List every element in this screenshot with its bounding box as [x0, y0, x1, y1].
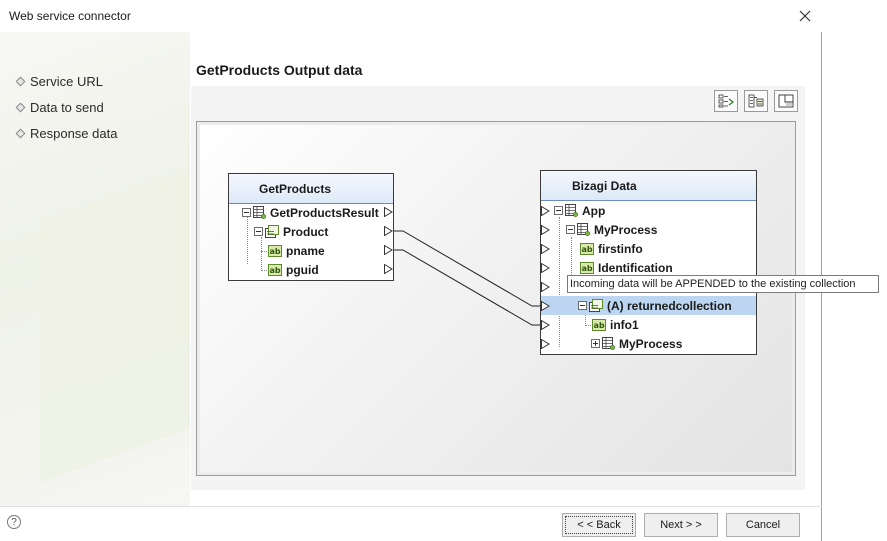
target-row-myprocess[interactable]: MyProcess: [566, 220, 657, 239]
step-bullet-icon: [15, 76, 26, 87]
svg-text:ab: ab: [269, 247, 280, 256]
auto-map-button[interactable]: [714, 90, 738, 112]
text-attribute-icon: ab: [268, 263, 282, 276]
target-row-myprocess-nested[interactable]: MyProcess: [591, 334, 682, 353]
output-port-icon[interactable]: [384, 264, 393, 274]
svg-text:ab: ab: [581, 245, 592, 254]
input-port-icon[interactable]: [541, 320, 550, 330]
target-row-label: (A) returnedcollection: [607, 298, 732, 313]
append-mode-tooltip: Incoming data will be APPENDED to the ex…: [567, 275, 879, 293]
target-row-info1[interactable]: ab info1: [592, 315, 639, 334]
nav-step-response-data[interactable]: Response data: [15, 126, 118, 141]
source-row-label: pguid: [286, 262, 319, 277]
tree-connector: [585, 325, 591, 326]
target-row-app[interactable]: App: [554, 201, 605, 220]
auto-map-icon: [718, 94, 734, 108]
footer-divider: [0, 506, 822, 507]
table-icon: [602, 337, 615, 350]
text-attribute-icon: ab: [592, 318, 606, 331]
tree-connector: [261, 237, 262, 271]
close-button[interactable]: [794, 6, 816, 26]
collapse-icon[interactable]: [566, 225, 575, 234]
target-row-label: info1: [610, 317, 639, 332]
svg-text:ab: ab: [581, 264, 592, 273]
show-mapped-icon: [748, 94, 764, 108]
target-row-label: MyProcess: [619, 336, 683, 351]
decorative-background: [40, 161, 190, 483]
nav-step-service-url[interactable]: Service URL: [15, 74, 103, 89]
svg-text:ab: ab: [593, 321, 604, 330]
collapse-icon[interactable]: [242, 208, 251, 217]
fit-view-icon: [778, 94, 794, 108]
target-row-label: App: [582, 203, 606, 218]
target-row-label: MyProcess: [594, 222, 658, 237]
text-attribute-icon: ab: [268, 244, 282, 257]
output-port-icon[interactable]: [384, 226, 393, 236]
input-port-icon[interactable]: [541, 244, 550, 254]
target-row-label: Identification: [598, 260, 673, 275]
nav-step-label: Service URL: [30, 74, 103, 89]
tree-connector: [559, 217, 560, 347]
step-bullet-icon: [15, 102, 26, 113]
nav-step-data-to-send[interactable]: Data to send: [15, 100, 104, 115]
source-node-header: GetProducts: [229, 174, 393, 204]
tree-connector: [261, 251, 267, 252]
collapse-icon[interactable]: [554, 206, 563, 215]
input-port-icon[interactable]: [541, 206, 550, 216]
back-button[interactable]: < < Back: [562, 513, 636, 537]
fit-view-button[interactable]: [774, 90, 798, 112]
input-port-icon[interactable]: [541, 339, 550, 349]
text-attribute-icon: ab: [580, 261, 594, 274]
source-row-pname[interactable]: ab pname: [268, 241, 325, 260]
next-button[interactable]: Next > >: [644, 513, 718, 537]
help-icon[interactable]: ?: [7, 515, 21, 529]
input-port-icon[interactable]: [541, 225, 550, 235]
collection-icon: [589, 299, 603, 312]
source-row-pguid[interactable]: ab pguid: [268, 260, 319, 279]
output-port-icon[interactable]: [384, 245, 393, 255]
table-icon: [577, 223, 590, 236]
svg-text:ab: ab: [269, 266, 280, 275]
target-row-returnedcollection[interactable]: (A) returnedcollection: [578, 296, 732, 315]
source-row-product[interactable]: Product: [254, 222, 328, 241]
target-row-label: firstinfo: [598, 241, 643, 256]
input-port-icon[interactable]: [541, 263, 550, 273]
tree-connector: [247, 217, 248, 264]
input-port-icon[interactable]: [541, 282, 550, 292]
nav-step-label: Data to send: [30, 100, 104, 115]
source-row-getproductsresult[interactable]: GetProductsResult: [242, 203, 379, 222]
show-mapped-button[interactable]: [744, 90, 768, 112]
dialog-window: Web service connector Service URL Data t…: [0, 0, 822, 541]
source-node-title: GetProducts: [259, 181, 332, 196]
tree-connector: [261, 270, 267, 271]
output-port-icon[interactable]: [384, 207, 393, 217]
collapse-icon[interactable]: [254, 227, 263, 236]
page-title: GetProducts Output data: [196, 62, 363, 78]
table-icon: [565, 204, 578, 217]
window-title: Web service connector: [9, 9, 131, 23]
input-port-icon[interactable]: [541, 301, 550, 311]
target-row-firstinfo[interactable]: ab firstinfo: [580, 239, 643, 258]
nav-step-label: Response data: [30, 126, 118, 141]
collection-icon: [265, 225, 279, 238]
text-attribute-icon: ab: [580, 242, 594, 255]
target-node-header: Bizagi Data: [541, 171, 756, 201]
source-row-label: Product: [283, 224, 329, 239]
collapse-icon[interactable]: [578, 301, 587, 310]
title-bar: Web service connector: [0, 0, 822, 32]
close-icon: [799, 10, 811, 22]
source-row-label: pname: [286, 243, 325, 258]
step-bullet-icon: [15, 128, 26, 139]
table-icon: [253, 206, 266, 219]
cancel-button[interactable]: Cancel: [726, 513, 800, 537]
source-row-label: GetProductsResult: [270, 205, 379, 220]
expand-icon[interactable]: [591, 339, 600, 348]
target-node-title: Bizagi Data: [572, 178, 637, 193]
